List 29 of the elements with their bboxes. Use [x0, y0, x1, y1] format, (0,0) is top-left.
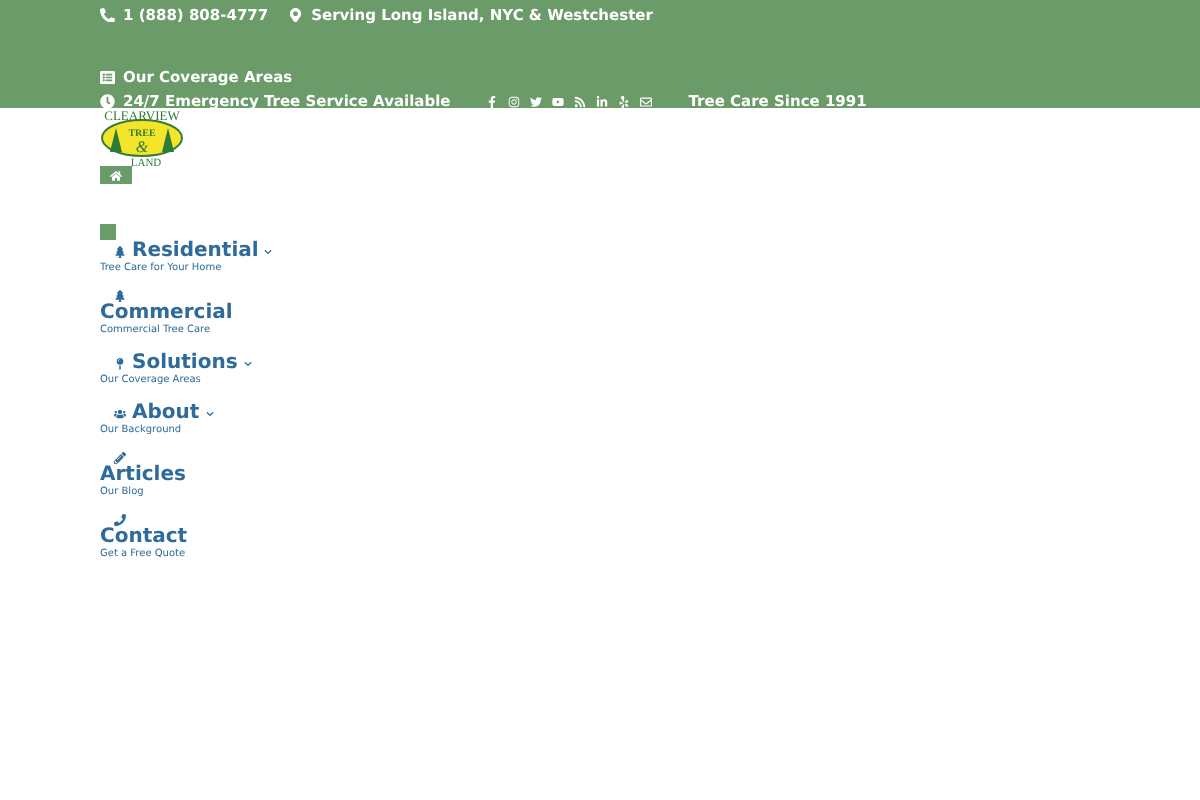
list-icon — [100, 69, 115, 85]
tree-icon — [114, 290, 126, 302]
caret-icon — [264, 247, 273, 255]
twitter-icon[interactable] — [530, 95, 543, 107]
tree-icon — [114, 245, 126, 257]
pin-icon — [114, 357, 126, 369]
clock-icon — [100, 93, 115, 109]
nav-link[interactable]: Solutions — [100, 352, 252, 374]
phone-icon — [100, 7, 115, 23]
rss-icon[interactable] — [574, 95, 587, 107]
home-button[interactable] — [100, 166, 132, 184]
nav-link[interactable]: Articles — [100, 464, 186, 486]
nav-link[interactable]: Contact — [100, 526, 188, 548]
home-icon — [110, 169, 122, 181]
facebook-icon[interactable] — [486, 95, 499, 107]
caret-icon — [243, 359, 252, 367]
caret-icon — [205, 409, 214, 417]
nav-link[interactable]: Residential — [100, 240, 273, 262]
map-pin-icon — [288, 7, 304, 23]
nav-link[interactable]: Commercial — [100, 302, 233, 324]
youtube-icon[interactable] — [552, 95, 565, 107]
phone-icon — [114, 514, 126, 526]
people-icon — [114, 407, 126, 419]
nav-link[interactable]: About — [100, 402, 214, 424]
yelp-icon[interactable] — [618, 95, 631, 107]
linkedin-icon[interactable] — [596, 95, 609, 107]
instagram-icon[interactable] — [508, 95, 521, 107]
pencil-icon — [114, 452, 126, 464]
email-icon[interactable] — [640, 95, 653, 107]
